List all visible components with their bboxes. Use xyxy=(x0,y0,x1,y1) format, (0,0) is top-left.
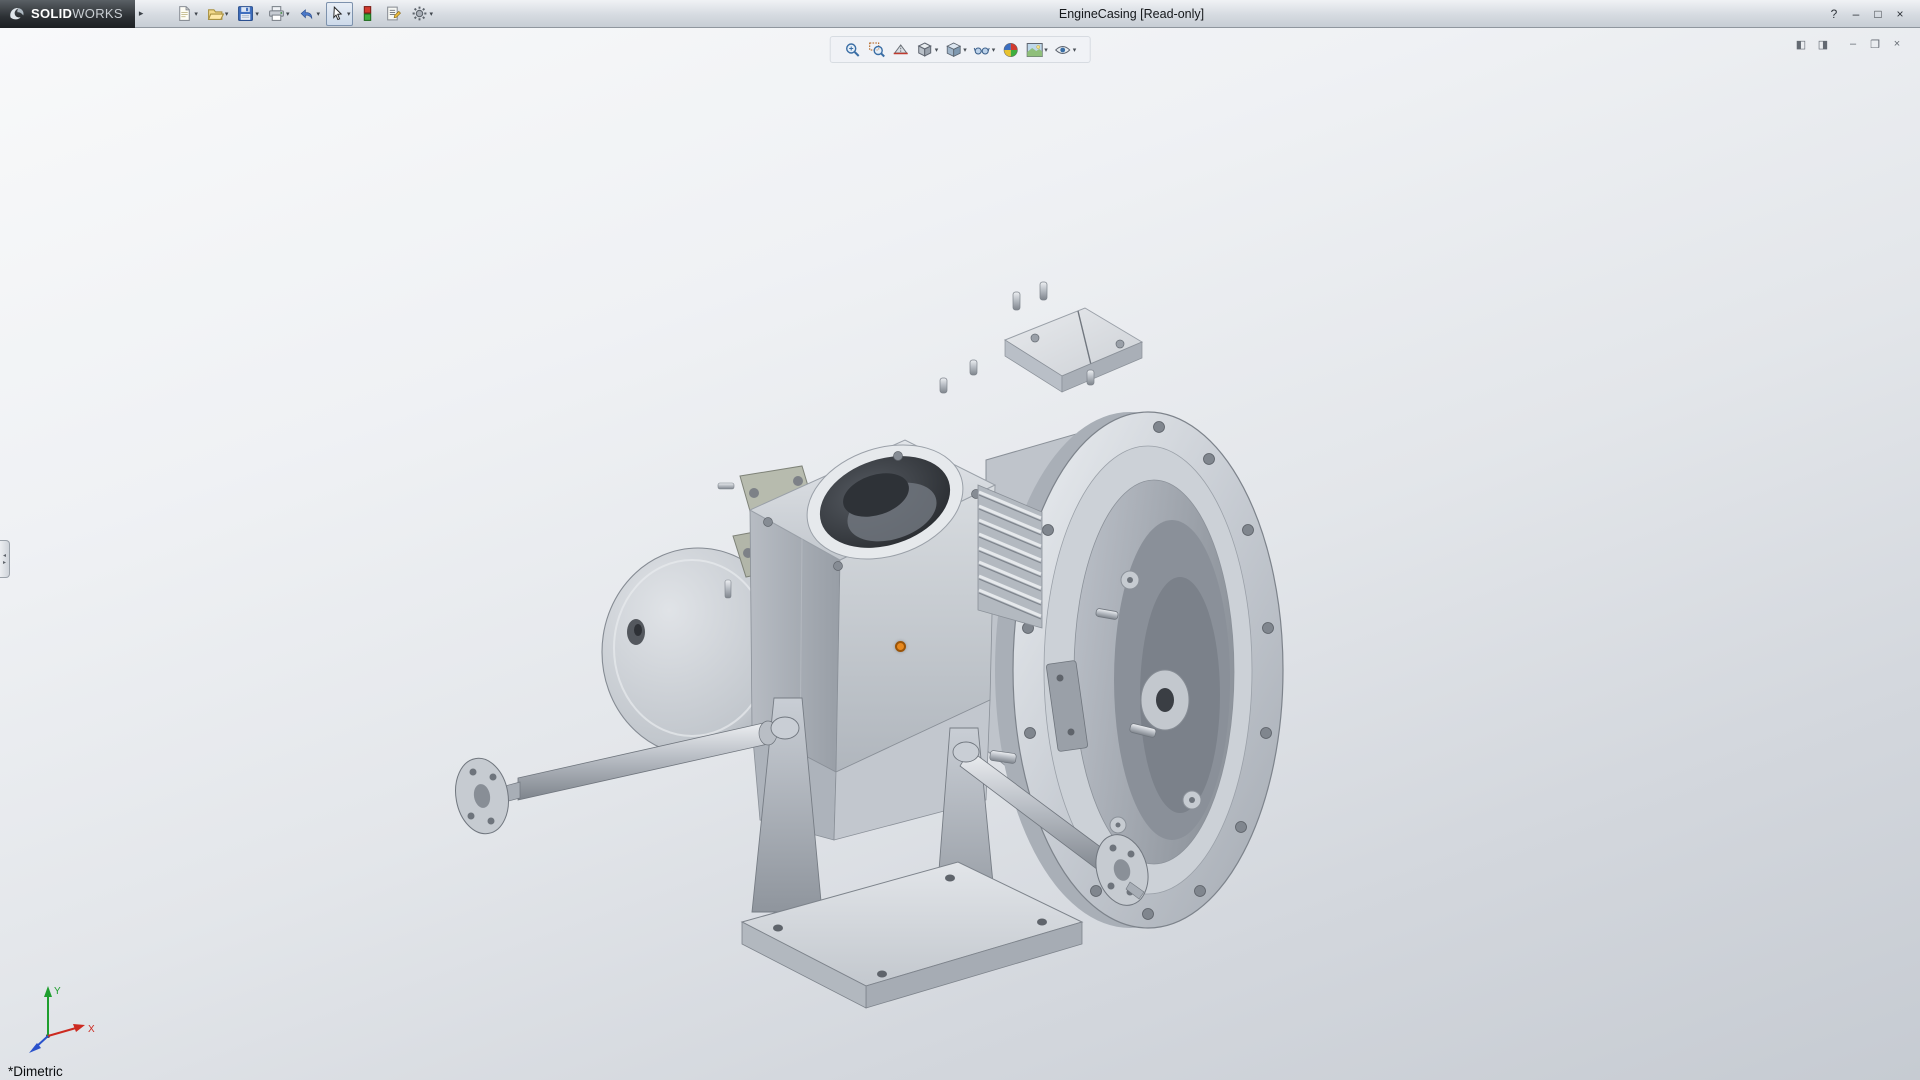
doc-restore-icon: ❐ xyxy=(1870,38,1880,51)
splitter-arrow-icon: ◂ xyxy=(3,553,6,559)
display-style-dropdown-caret[interactable]: ▾ xyxy=(963,46,967,54)
minimize-button[interactable]: – xyxy=(1846,5,1866,23)
open-button[interactable]: ▾ xyxy=(204,2,232,26)
maximize-icon: □ xyxy=(1874,7,1881,21)
menu-flyout-arrow[interactable]: ▸ xyxy=(135,8,148,19)
triad-x-axis[interactable]: X xyxy=(48,1024,95,1036)
undo-dropdown-caret[interactable]: ▾ xyxy=(316,10,320,18)
left-axle-shaft[interactable] xyxy=(450,721,777,838)
open-icon xyxy=(207,5,224,22)
top-bracket[interactable] xyxy=(940,282,1142,393)
select-icon xyxy=(329,5,346,22)
apply-scene-button[interactable]: ▾ xyxy=(1022,38,1051,62)
view-orientation-label: *Dimetric xyxy=(8,1064,63,1079)
hide-show-items-dropdown-caret[interactable]: ▾ xyxy=(992,46,996,54)
triad-x-label: X xyxy=(88,1024,95,1035)
file-properties-button[interactable] xyxy=(382,2,405,26)
options-icon xyxy=(411,5,428,22)
scene-icon xyxy=(1025,41,1043,59)
display-style-button[interactable]: ▾ xyxy=(941,38,970,62)
save-icon xyxy=(237,5,254,22)
doc-close-button[interactable]: × xyxy=(1888,36,1906,52)
section-view-icon xyxy=(892,41,910,59)
options-dropdown-caret[interactable]: ▾ xyxy=(429,10,433,18)
section-view-button[interactable] xyxy=(889,38,913,62)
selection-filter-icon xyxy=(359,5,376,22)
solidworks-logo-text: SOLIDWORKS xyxy=(31,6,123,21)
close-icon: × xyxy=(1896,7,1903,21)
view-orientation-icon xyxy=(916,41,934,59)
hide-show-items-button[interactable]: ▾ xyxy=(970,38,999,62)
solidworks-window: SOLIDWORKS ▸ ▾ ▾ ▾ ▾ ▾ ▾ ▾ EngineCasing [Read-… xyxy=(0,0,1920,1080)
doc-minimize-button[interactable]: – xyxy=(1844,36,1862,52)
feature-pane-splitter-handle[interactable]: ◂▸ xyxy=(0,540,10,578)
print-dropdown-caret[interactable]: ▾ xyxy=(286,10,290,18)
solidworks-logo-icon xyxy=(8,5,26,23)
print-button[interactable]: ▾ xyxy=(265,2,293,26)
maximize-button[interactable]: □ xyxy=(1868,5,1888,23)
view-settings-button[interactable]: ▾ xyxy=(1051,38,1080,62)
triad-y-label: Y xyxy=(54,986,61,997)
window-controls: ? –□ × xyxy=(1824,5,1920,23)
selected-point-marker[interactable] xyxy=(895,641,906,652)
logo-text-bold: SOLID xyxy=(31,6,72,21)
feature-pane-toggle-button[interactable]: ◧ xyxy=(1792,36,1810,52)
graphics-area[interactable]: ▾ ▾ ▾ ▾ ▾ ◧ ◨ – ❐ × ◂▸ xyxy=(0,28,1920,1080)
appearance-icon xyxy=(1001,41,1019,59)
select-dropdown-caret[interactable]: ▾ xyxy=(347,10,351,18)
view-settings-dropdown-caret[interactable]: ▾ xyxy=(1073,46,1077,54)
zoom-to-fit-button[interactable] xyxy=(841,38,865,62)
doc-restore-button[interactable]: ❐ xyxy=(1866,36,1884,52)
options-button[interactable]: ▾ xyxy=(408,2,436,26)
right-shaft-clamp[interactable] xyxy=(953,742,979,762)
undo-icon xyxy=(298,5,315,22)
quick-access-toolbar: ▾ ▾ ▾ ▾ ▾ ▾ ▾ xyxy=(173,2,439,26)
hide-show-icon xyxy=(973,41,991,59)
new-icon xyxy=(176,5,193,22)
undo-button[interactable]: ▾ xyxy=(295,2,323,26)
display-style-icon xyxy=(944,41,962,59)
save-button[interactable]: ▾ xyxy=(234,2,262,26)
triad-y-axis[interactable]: Y xyxy=(44,986,61,1036)
help-button[interactable]: ? xyxy=(1824,5,1844,23)
edit-appearance-button[interactable] xyxy=(998,38,1022,62)
logo-text-light: WORKS xyxy=(72,6,123,21)
open-dropdown-caret[interactable]: ▾ xyxy=(225,10,229,18)
doc-minimize-icon: – xyxy=(1850,38,1856,50)
new-dropdown-caret[interactable]: ▾ xyxy=(194,10,198,18)
splitter-arrow-icon: ▸ xyxy=(3,560,6,566)
help-icon: ? xyxy=(1831,7,1838,21)
document-window-controls: ◧ ◨ – ❐ × xyxy=(1792,36,1906,52)
select-button[interactable]: ▾ xyxy=(326,2,354,26)
titlebar: SOLIDWORKS ▸ ▾ ▾ ▾ ▾ ▾ ▾ ▾ EngineCasing [Read-… xyxy=(0,0,1920,28)
minimize-icon: – xyxy=(1853,7,1860,21)
triad-z-axis[interactable] xyxy=(29,1036,48,1053)
zoom-fit-icon xyxy=(844,41,862,59)
solidworks-logo: SOLIDWORKS xyxy=(0,0,135,28)
selection-filter-button[interactable] xyxy=(356,2,379,26)
view-orientation-button[interactable]: ▾ xyxy=(913,38,942,62)
file-properties-icon xyxy=(385,5,402,22)
new-button[interactable]: ▾ xyxy=(173,2,201,26)
doc-close-icon: × xyxy=(1894,38,1900,50)
feature-pane-toggle-icon: ◧ xyxy=(1796,38,1806,51)
view-orientation-dropdown-caret[interactable]: ▾ xyxy=(935,46,939,54)
display-pane-toggle-button[interactable]: ◨ xyxy=(1814,36,1832,52)
display-pane-toggle-icon: ◨ xyxy=(1818,38,1828,51)
window-title: EngineCasing [Read-only] xyxy=(439,7,1824,21)
close-button[interactable]: × xyxy=(1890,5,1910,23)
view-settings-icon xyxy=(1054,41,1072,59)
heads-up-view-toolbar: ▾ ▾ ▾ ▾ ▾ xyxy=(830,36,1091,63)
print-icon xyxy=(268,5,285,22)
zoom-to-area-button[interactable] xyxy=(865,38,889,62)
left-shaft-clamp[interactable] xyxy=(771,717,799,739)
zoom-area-icon xyxy=(868,41,886,59)
apply-scene-dropdown-caret[interactable]: ▾ xyxy=(1044,46,1048,54)
engine-casing-model[interactable] xyxy=(430,280,1330,1020)
save-dropdown-caret[interactable]: ▾ xyxy=(255,10,259,18)
reference-triad[interactable]: Y X xyxy=(10,974,102,1066)
